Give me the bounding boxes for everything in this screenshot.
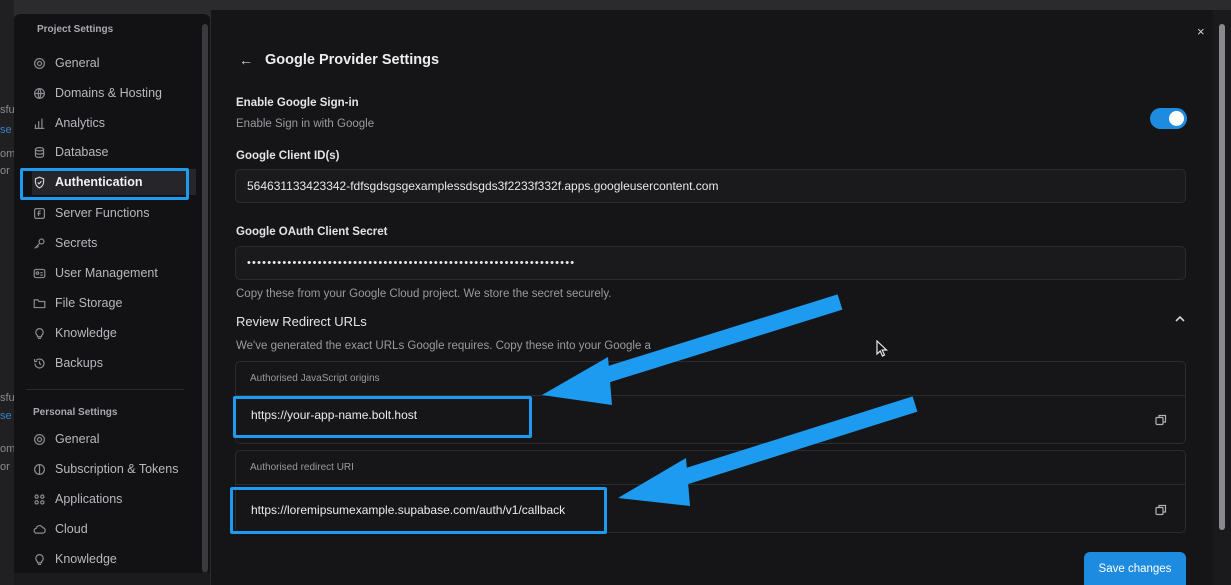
- sidebar-item-cloud[interactable]: Cloud: [32, 516, 196, 542]
- sidebar-item-label: User Management: [55, 266, 158, 280]
- sidebar-scrollbar-thumb[interactable]: [202, 24, 208, 572]
- sidebar-item-label: Backups: [55, 356, 103, 370]
- enable-google-toggle[interactable]: [1150, 108, 1187, 129]
- toggle-knob: [1169, 111, 1184, 126]
- sidebar-item-knowledge[interactable]: Knowledge: [32, 320, 196, 346]
- background-text: om: [0, 148, 16, 160]
- function-icon: [32, 206, 46, 220]
- background-text: sfu: [0, 104, 15, 116]
- project-settings-heading: Project Settings: [37, 24, 114, 35]
- settings-sidebar: Project Settings General Domains & Hosti…: [14, 14, 210, 579]
- personal-settings-heading: Personal Settings: [33, 407, 118, 418]
- coin-icon: [32, 462, 46, 476]
- sidebar-item-general[interactable]: General: [32, 50, 196, 76]
- annotation-box-origins: [233, 396, 532, 438]
- review-redirect-heading: Review Redirect URLs: [236, 314, 367, 329]
- globe-icon: [32, 86, 46, 100]
- users-icon: [32, 266, 46, 280]
- sidebar-item-backups[interactable]: Backups: [32, 350, 196, 376]
- annotation-box-redirect: [230, 487, 607, 534]
- background-text: se: [0, 410, 12, 422]
- gear-icon: [32, 432, 46, 446]
- enable-signin-description: Enable Sign in with Google: [236, 118, 375, 130]
- sidebar-footer-strip: [14, 573, 210, 585]
- chevron-up-icon[interactable]: [1173, 312, 1187, 326]
- page-title: Google Provider Settings: [265, 52, 440, 68]
- sidebar-item-database[interactable]: Database: [32, 139, 196, 165]
- folder-icon: [32, 296, 46, 310]
- copy-icon[interactable]: [1155, 504, 1167, 516]
- sidebar-item-label: General: [55, 432, 100, 446]
- annotation-box-authentication: [20, 168, 189, 200]
- sidebar-item-server-functions[interactable]: Server Functions: [32, 200, 196, 226]
- background-text: or: [0, 165, 10, 177]
- sidebar-item-label: Applications: [55, 492, 123, 506]
- sidebar-item-label: Database: [55, 145, 109, 159]
- background-text: se: [0, 124, 12, 136]
- client-id-label: Google Client ID(s): [236, 150, 340, 162]
- background-text: or: [0, 461, 10, 473]
- copy-icon[interactable]: [1155, 414, 1167, 426]
- sidebar-item-analytics[interactable]: Analytics: [32, 110, 196, 136]
- sidebar-scrollbar[interactable]: [202, 24, 208, 574]
- database-icon: [32, 145, 46, 159]
- sidebar-item-subscription-tokens[interactable]: Subscription & Tokens: [32, 456, 196, 482]
- enable-signin-label: Enable Google Sign-in: [236, 97, 359, 109]
- review-redirect-description: We've generated the exact URLs Google re…: [236, 340, 651, 352]
- sidebar-item-applications[interactable]: Applications: [32, 486, 196, 512]
- sidebar-item-personal-knowledge[interactable]: Knowledge: [32, 546, 196, 572]
- client-id-field[interactable]: 564631133423342-fdfsgdsgsgexamplessdsgds…: [235, 169, 1186, 203]
- close-icon[interactable]: ×: [1197, 24, 1205, 39]
- sidebar-item-label: Cloud: [55, 522, 88, 536]
- sidebar-item-label: Knowledge: [55, 326, 117, 340]
- background-text: om: [0, 443, 16, 455]
- client-secret-help: Copy these from your Google Cloud projec…: [236, 288, 612, 300]
- redirect-uri-label: Authorised redirect URI: [236, 451, 1185, 485]
- sidebar-item-label: Knowledge: [55, 552, 117, 566]
- modal-scrollbar[interactable]: [1213, 10, 1231, 585]
- sidebar-item-label: Secrets: [55, 236, 98, 250]
- background-page-edge: sfu se om or sfu se om or: [0, 0, 16, 585]
- save-changes-button[interactable]: Save changes: [1084, 552, 1186, 585]
- sidebar-divider: [26, 389, 184, 390]
- sidebar-item-label: Subscription & Tokens: [55, 462, 179, 476]
- sidebar-item-label: Server Functions: [55, 206, 150, 220]
- sidebar-item-domains-hosting[interactable]: Domains & Hosting: [32, 80, 196, 106]
- sidebar-item-file-storage[interactable]: File Storage: [32, 290, 196, 316]
- sidebar-item-secrets[interactable]: Secrets: [32, 230, 196, 256]
- apps-icon: [32, 492, 46, 506]
- lightbulb-icon: [32, 326, 46, 340]
- sidebar-item-label: File Storage: [55, 296, 123, 310]
- sidebar-item-personal-general[interactable]: General: [32, 426, 196, 452]
- back-arrow-icon[interactable]: ←: [239, 52, 253, 68]
- sidebar-item-label: General: [55, 56, 100, 70]
- client-secret-field[interactable]: ••••••••••••••••••••••••••••••••••••••••…: [235, 246, 1186, 280]
- bar-chart-icon: [32, 116, 46, 130]
- gear-icon: [32, 56, 46, 70]
- sidebar-item-label: Domains & Hosting: [55, 86, 162, 100]
- sidebar-item-user-management[interactable]: User Management: [32, 260, 196, 286]
- lightbulb-icon: [32, 552, 46, 566]
- sidebar-item-label: Analytics: [55, 116, 106, 130]
- modal-scrollbar-thumb[interactable]: [1219, 24, 1225, 530]
- mouse-cursor-icon: [876, 340, 889, 357]
- js-origins-label: Authorised JavaScript origins: [236, 362, 1185, 396]
- history-icon: [32, 356, 46, 370]
- background-text: sfu: [0, 392, 15, 404]
- client-secret-label: Google OAuth Client Secret: [236, 226, 388, 238]
- cloud-icon: [32, 522, 46, 536]
- key-icon: [32, 236, 46, 250]
